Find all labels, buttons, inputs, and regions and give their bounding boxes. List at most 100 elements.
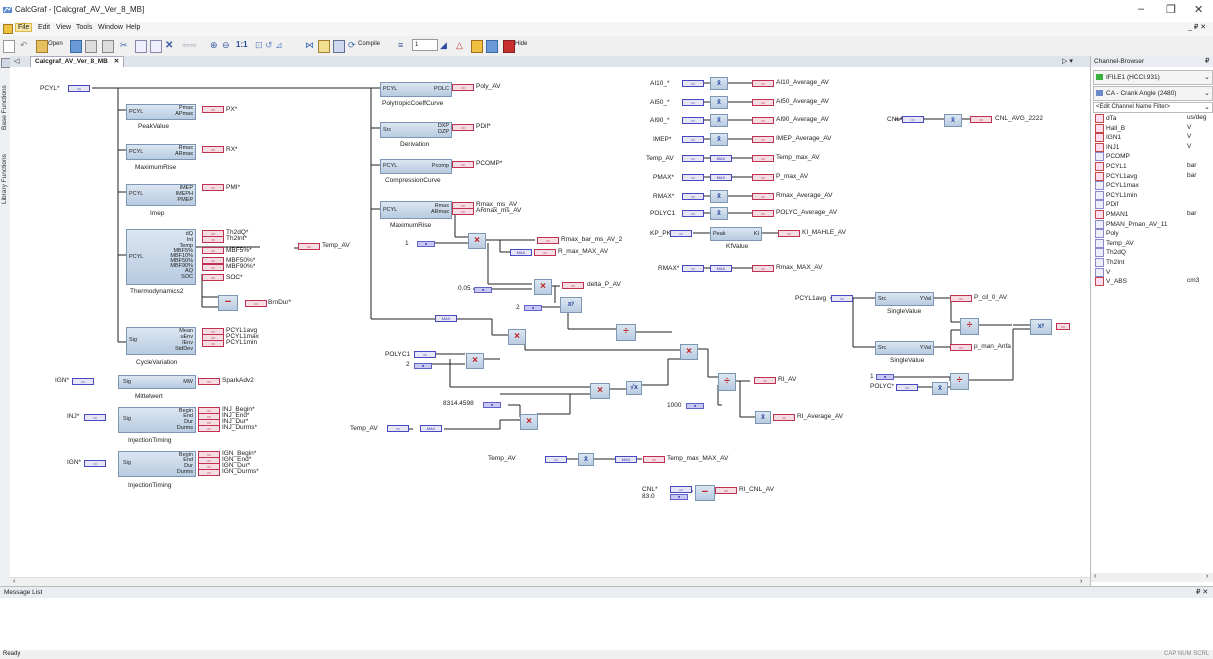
delta-const1-port[interactable]: ■ [474,287,492,293]
doc-menu-icon[interactable] [3,24,13,34]
p-man-output-port[interactable]: ▭ [950,344,972,351]
connect-icon[interactable]: ⋈ [305,40,315,51]
avg-row-1-op[interactable]: x̄ [710,96,728,109]
ri-cnl-input-port[interactable]: ▭ [670,486,692,493]
scroll-right-arrow-icon[interactable]: › [1080,578,1082,585]
power-operator-1[interactable]: xʸ [560,297,582,313]
ri-cnl-minus-operator[interactable]: − [695,485,715,501]
open-folder-icon[interactable] [36,40,48,53]
scroll-left-arrow-icon[interactable]: ‹ [1094,573,1096,580]
rmax-max-op[interactable]: MAX [710,265,732,272]
close-tab-icon[interactable]: ✕ [114,58,119,65]
imep-block[interactable]: PCYL IMEP IMEPH PMEP [126,184,196,206]
poly-av-output-port[interactable]: ▭ [452,84,474,91]
pcomp-output-port[interactable]: ▭ [452,161,474,168]
ri-const-r-port[interactable]: ■ [483,402,501,408]
divide-operator-4[interactable]: ÷ [950,373,969,390]
menu-window[interactable]: Window [98,24,123,31]
avg-row-2-op[interactable]: x̄ [710,114,728,127]
sparkadv-output-port[interactable]: ▭ [198,378,220,385]
inj2-input-port[interactable]: ▭ [84,460,106,467]
pdif-output-port[interactable]: ▭ [452,124,474,131]
avg-row-0-output-port[interactable]: ▭ [752,80,774,87]
injection-timing-block-2[interactable]: Sig Begin End Dur Durms [118,451,196,477]
mbf50-output-port[interactable]: ▭ [202,257,224,264]
injection-timing-block-1[interactable]: Sig Begin End Dur Durms [118,407,196,433]
rmax-bar-max-op[interactable]: MAX [510,249,532,256]
axis-select[interactable]: CA - Crank Angle (2480) ⌄ [1093,86,1213,101]
r-max-max-output-port[interactable]: ▭ [534,249,556,256]
channel-item[interactable]: INJ1 V [1095,142,1191,152]
channel-item[interactable]: V [1095,267,1110,277]
maximum-rise-block[interactable]: PCYL Rmax ARmax [126,144,196,160]
single-value-block-1[interactable]: Src YVal [875,292,934,306]
channel-item[interactable]: IGN1 V [1095,133,1191,143]
channel-hscroll[interactable]: ‹ › [1091,573,1213,582]
menu-view[interactable]: View [56,24,71,31]
zoom-11-icon[interactable]: 1:1 [236,40,248,51]
divide-operator-3[interactable]: ÷ [960,318,979,335]
th2int-output-port[interactable]: ▭ [202,236,224,243]
single-value-block-2[interactable]: Src YVal [875,341,934,355]
properties-icon[interactable] [486,40,498,53]
print-icon[interactable] [85,40,97,53]
polyc-avg-op[interactable]: x̄ [710,207,728,220]
ki-mahle-output-port[interactable]: ▭ [778,230,800,237]
step-icon[interactable]: ≡ [398,40,408,51]
avg-row-3-op[interactable]: x̄ [710,133,728,146]
mittelwert-block[interactable]: Sig MW [118,375,196,389]
ri-const2-port[interactable]: ■ [414,363,432,369]
soc-output-port[interactable]: ▭ [202,274,224,281]
pcyl-input-port[interactable]: ▭ [68,85,90,92]
diagram-canvas[interactable]: PCYL* ▭ PCYL Pmax APmax PeakValue ▭ PX* … [10,67,1090,577]
tab-scroll-left-icon[interactable]: ◁ [14,57,19,65]
paste-icon[interactable] [150,40,162,53]
grid-icon[interactable] [318,40,330,53]
ri-temp-max-op[interactable]: MAX [420,425,442,432]
pman-avg-op[interactable]: x̄ [932,382,948,395]
temp-av-output-port[interactable]: ▭ [298,243,320,250]
p-cil-output-port[interactable]: ▭ [950,295,972,302]
inj-durms-output-port[interactable]: ▭ [198,425,220,432]
power-output-port[interactable]: ▭ [1056,323,1070,330]
avg-row-6-output-port[interactable]: ▭ [752,193,774,200]
library-icon[interactable] [471,40,483,53]
channel-browser-pin-icon[interactable]: ₽ [1205,57,1209,65]
channel-item[interactable]: Poly [1095,229,1119,239]
avg-row-0-input-port[interactable]: ▭ [682,80,704,87]
ign-durms-output-port[interactable]: ▭ [198,469,220,476]
cnl-avg-op[interactable]: x̄ [944,114,962,127]
avg-row-0-op[interactable]: x̄ [710,77,728,90]
channel-item[interactable]: PCOMP [1095,152,1130,162]
align-tools-icon[interactable]: ⊡ ↺ ⊿ [255,40,301,51]
message-list-pin-icon[interactable]: ₽ ✕ [1196,588,1208,596]
compression-block[interactable]: PCYL Pcomp [380,159,452,174]
channel-item[interactable]: PCYL1avg bar [1095,171,1196,181]
multiply-operator-6[interactable]: × [590,383,610,399]
ri-average-output-port[interactable]: ▭ [773,414,795,421]
multiply-operator-1[interactable]: × [468,233,486,249]
undo-icon[interactable]: ↶ [20,40,30,51]
armax-ms-output-port[interactable]: ▭ [452,208,474,215]
divide-operator-2[interactable]: ÷ [718,373,736,391]
channel-item[interactable]: V_ABS cm3 [1095,277,1199,287]
rx-output-port[interactable]: ▭ [202,146,224,153]
px-output-port[interactable]: ▭ [202,106,224,113]
avg-row-6-input-port[interactable]: ▭ [682,193,704,200]
scroll-right-arrow-icon[interactable]: › [1206,573,1208,580]
bus-max-op[interactable]: MAX [435,315,457,322]
channel-item[interactable]: Th2dQ [1095,248,1126,258]
avg-row-1-input-port[interactable]: ▭ [682,99,704,106]
avg-row-1-output-port[interactable]: ▭ [752,99,774,106]
avg-row-4-output-port[interactable]: ▭ [752,155,774,162]
cycle-variation-block[interactable]: Sig Mean uEnv lEnv StdDev [126,327,196,355]
delta-const2-port[interactable]: ■ [524,305,542,311]
tab-base-functions[interactable]: Base Functions [1,70,8,130]
cnl-avg-output-port[interactable]: ▭ [970,116,992,123]
channel-item[interactable]: dTa us/deg [1095,114,1207,123]
average-operator-ri[interactable]: x̄ [755,411,771,424]
hide-icon[interactable] [503,40,515,53]
multiply-operator-3[interactable]: × [508,329,526,345]
channel-item[interactable]: PCYL1min [1095,190,1137,200]
channel-item[interactable]: Temp_AV [1095,238,1134,248]
